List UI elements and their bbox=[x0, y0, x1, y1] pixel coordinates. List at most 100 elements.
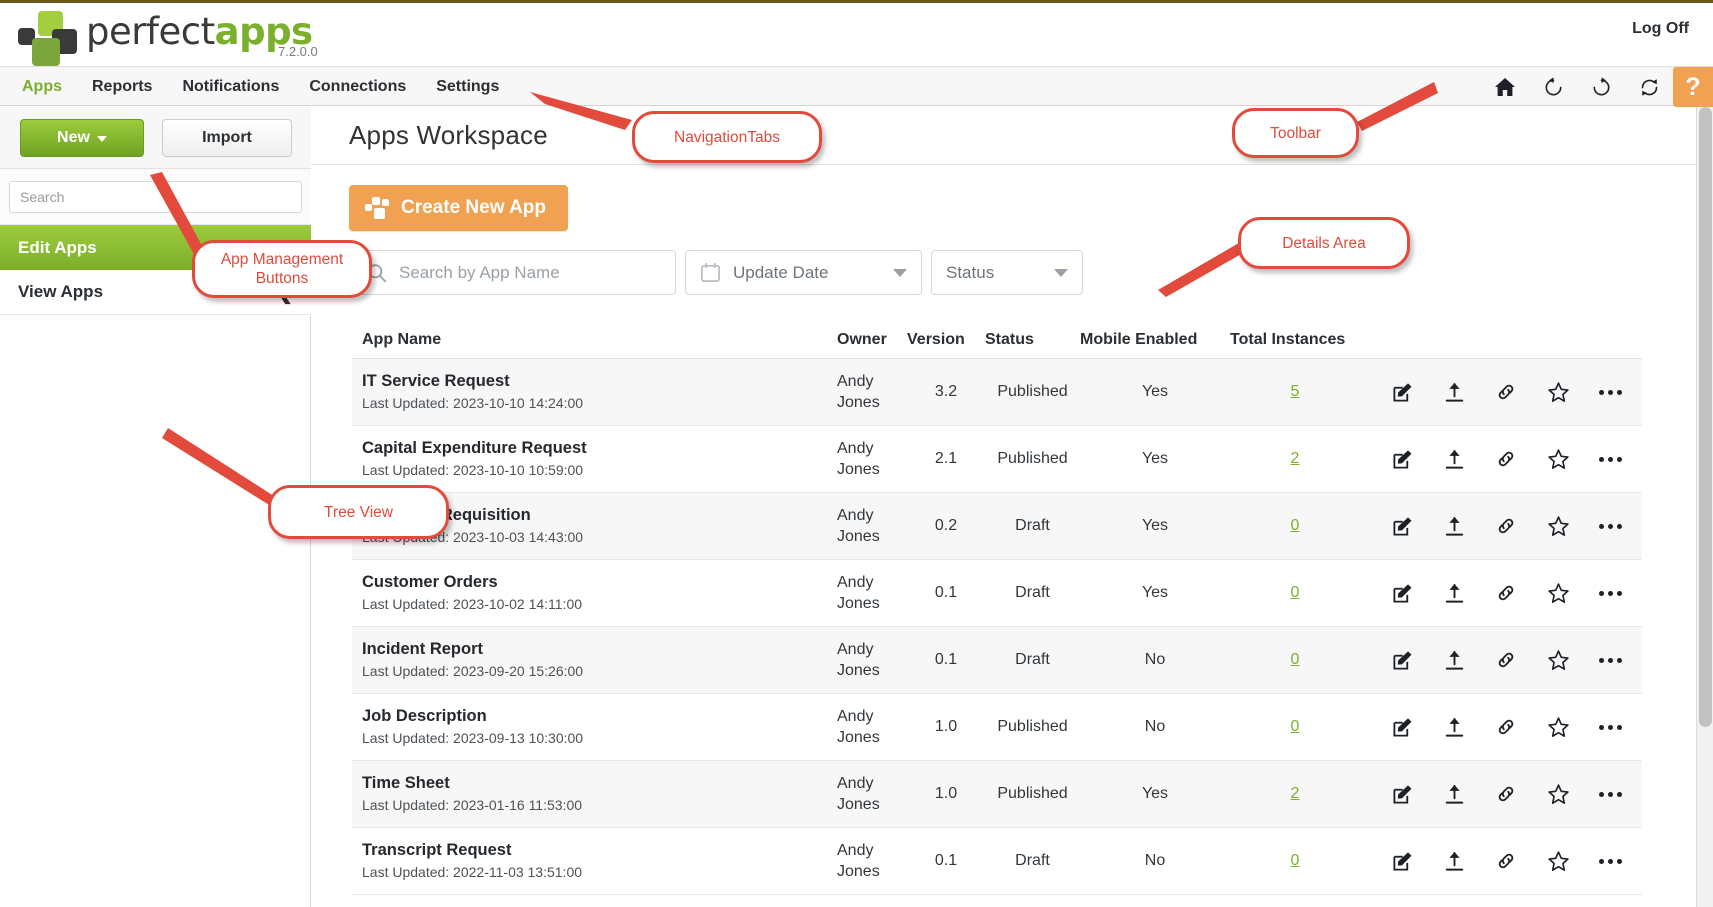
app-name-text[interactable]: Incident Report bbox=[362, 639, 837, 660]
upload-icon[interactable] bbox=[1442, 715, 1466, 739]
link-icon[interactable] bbox=[1494, 782, 1518, 806]
upload-icon[interactable] bbox=[1442, 782, 1466, 806]
more-icon[interactable] bbox=[1598, 380, 1622, 404]
sidebar-item-view-apps[interactable]: View Apps ❮ bbox=[0, 270, 311, 315]
table-row[interactable]: Time Sheet Last Updated: 2023-01-16 11:53… bbox=[352, 761, 1642, 828]
tab-reports[interactable]: Reports bbox=[92, 67, 152, 107]
star-icon[interactable] bbox=[1546, 715, 1570, 739]
link-icon[interactable] bbox=[1494, 380, 1518, 404]
more-icon[interactable] bbox=[1598, 648, 1622, 672]
table-row[interactable]: Incident Report Last Updated: 2023-09-20 … bbox=[352, 627, 1642, 694]
app-last-updated-text: Last Updated: 2023-09-13 10:30:00 bbox=[362, 730, 584, 746]
app-name-search-field[interactable]: Search by App Name bbox=[352, 250, 676, 295]
chevron-down-icon[interactable] bbox=[893, 268, 907, 277]
redo-icon[interactable] bbox=[1577, 67, 1625, 107]
edit-icon[interactable] bbox=[1390, 514, 1414, 538]
status-filter[interactable]: Status bbox=[931, 250, 1083, 295]
edit-icon[interactable] bbox=[1390, 447, 1414, 471]
total-instances-link[interactable]: 0 bbox=[1291, 517, 1300, 534]
link-icon[interactable] bbox=[1494, 849, 1518, 873]
star-icon[interactable] bbox=[1546, 447, 1570, 471]
home-icon[interactable] bbox=[1481, 67, 1529, 107]
upload-icon[interactable] bbox=[1442, 581, 1466, 605]
star-icon[interactable] bbox=[1546, 380, 1570, 404]
cell-row-actions bbox=[1360, 380, 1642, 404]
link-icon[interactable] bbox=[1494, 648, 1518, 672]
chevron-down-icon[interactable] bbox=[1054, 268, 1068, 277]
total-instances-link[interactable]: 0 bbox=[1291, 651, 1300, 668]
more-icon[interactable] bbox=[1598, 715, 1622, 739]
cell-app-name: IT Service Request Last Updated: 2023-10-… bbox=[352, 371, 837, 413]
vertical-scrollbar[interactable] bbox=[1696, 107, 1713, 907]
more-icon[interactable] bbox=[1598, 849, 1622, 873]
tab-notifications[interactable]: Notifications bbox=[182, 67, 279, 107]
cell-owner: Andy Jones bbox=[837, 840, 907, 882]
tab-connections[interactable]: Connections bbox=[309, 67, 406, 107]
create-new-app-button[interactable]: Create New App bbox=[349, 185, 568, 231]
tree-search-input[interactable] bbox=[9, 180, 302, 213]
page-title: Apps Workspace bbox=[349, 120, 548, 150]
import-button[interactable]: Import bbox=[162, 118, 292, 157]
star-icon[interactable] bbox=[1546, 782, 1570, 806]
more-icon[interactable] bbox=[1598, 782, 1622, 806]
brand-logo[interactable]: perfectapps bbox=[18, 8, 313, 66]
chevron-left-icon[interactable]: ❮ bbox=[276, 280, 293, 305]
scrollbar-thumb[interactable] bbox=[1699, 107, 1712, 727]
more-icon[interactable] bbox=[1598, 514, 1622, 538]
total-instances-link[interactable]: 2 bbox=[1291, 785, 1300, 802]
tab-settings[interactable]: Settings bbox=[436, 67, 499, 107]
app-name-text[interactable]: Capital Expenditure Request bbox=[362, 438, 837, 459]
more-icon[interactable] bbox=[1598, 581, 1622, 605]
app-name-text[interactable]: Transcript Request bbox=[362, 840, 837, 861]
total-instances-link[interactable]: 5 bbox=[1291, 383, 1300, 400]
edit-icon[interactable] bbox=[1390, 380, 1414, 404]
help-button[interactable]: ? bbox=[1673, 67, 1713, 107]
sidebar-item-edit-apps[interactable]: Edit Apps bbox=[0, 225, 311, 270]
app-name-text[interactable]: Purchase Requisition bbox=[362, 505, 837, 526]
edit-icon[interactable] bbox=[1390, 782, 1414, 806]
table-row[interactable]: IT Service Request Last Updated: 2023-10-… bbox=[352, 359, 1642, 426]
edit-icon[interactable] bbox=[1390, 581, 1414, 605]
upload-icon[interactable] bbox=[1442, 380, 1466, 404]
owner-last-name: Jones bbox=[837, 595, 880, 612]
total-instances-link[interactable]: 0 bbox=[1291, 584, 1300, 601]
edit-icon[interactable] bbox=[1390, 648, 1414, 672]
star-icon[interactable] bbox=[1546, 648, 1570, 672]
edit-icon[interactable] bbox=[1390, 715, 1414, 739]
undo-icon[interactable] bbox=[1529, 67, 1577, 107]
app-name-text[interactable]: IT Service Request bbox=[362, 371, 837, 392]
link-icon[interactable] bbox=[1494, 581, 1518, 605]
table-row[interactable]: Job Description Last Updated: 2023-09-13 … bbox=[352, 694, 1642, 761]
star-icon[interactable] bbox=[1546, 849, 1570, 873]
calendar-icon bbox=[701, 262, 720, 282]
link-icon[interactable] bbox=[1494, 715, 1518, 739]
app-name-text[interactable]: Customer Orders bbox=[362, 572, 837, 593]
log-off-link[interactable]: Log Off bbox=[1632, 20, 1689, 38]
total-instances-link[interactable]: 0 bbox=[1291, 718, 1300, 735]
owner-first-name: Andy bbox=[837, 842, 874, 859]
total-instances-link[interactable]: 2 bbox=[1291, 450, 1300, 467]
total-instances-link[interactable]: 0 bbox=[1291, 852, 1300, 869]
star-icon[interactable] bbox=[1546, 581, 1570, 605]
update-date-filter[interactable]: Update Date bbox=[685, 250, 922, 295]
upload-icon[interactable] bbox=[1442, 514, 1466, 538]
app-name-text[interactable]: Time Sheet bbox=[362, 773, 837, 794]
tab-apps[interactable]: Apps bbox=[22, 67, 62, 107]
table-row[interactable]: Purchase Requisition Last Updated: 2023-1… bbox=[352, 493, 1642, 560]
cell-version: 1.0 bbox=[934, 785, 958, 802]
table-row[interactable]: Transcript Request Last Updated: 2022-11-… bbox=[352, 828, 1642, 895]
new-button[interactable]: New bbox=[20, 118, 144, 157]
app-name-text[interactable]: Job Description bbox=[362, 706, 837, 727]
edit-icon[interactable] bbox=[1390, 849, 1414, 873]
table-row[interactable]: Customer Orders Last Updated: 2023-10-02 … bbox=[352, 560, 1642, 627]
upload-icon[interactable] bbox=[1442, 648, 1466, 672]
upload-icon[interactable] bbox=[1442, 447, 1466, 471]
more-icon[interactable] bbox=[1598, 447, 1622, 471]
upload-icon[interactable] bbox=[1442, 849, 1466, 873]
link-icon[interactable] bbox=[1494, 447, 1518, 471]
sync-icon[interactable] bbox=[1625, 67, 1673, 107]
app-last-updated-text: Last Updated: 2023-10-03 14:43:00 bbox=[362, 529, 584, 545]
link-icon[interactable] bbox=[1494, 514, 1518, 538]
star-icon[interactable] bbox=[1546, 514, 1570, 538]
table-row[interactable]: Capital Expenditure Request Last Updated:… bbox=[352, 426, 1642, 493]
